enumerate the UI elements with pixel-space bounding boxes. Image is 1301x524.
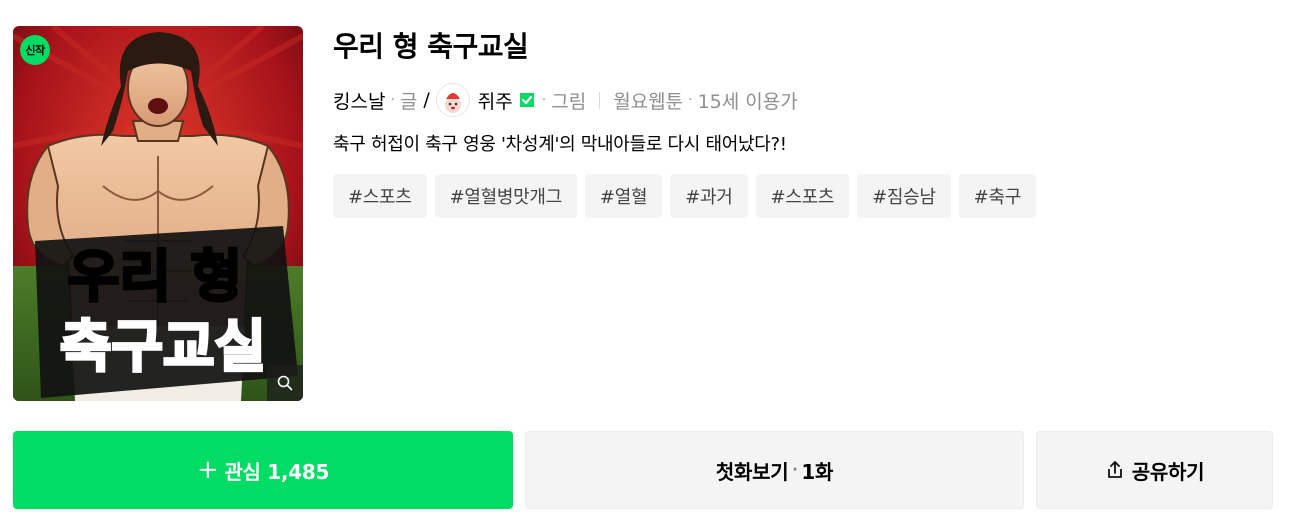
- search-icon: [277, 375, 293, 391]
- favorite-label: 관심 1,485: [224, 459, 330, 484]
- plus-icon: +: [196, 455, 219, 485]
- verified-icon: [517, 90, 537, 110]
- share-icon: [1105, 460, 1125, 480]
- first-episode-number: 1화: [801, 459, 834, 484]
- artist-avatar-illustration: [444, 93, 461, 113]
- cover-title-line1: 우리 형: [68, 245, 242, 310]
- tag-item[interactable]: #과거: [670, 174, 748, 218]
- favorite-button[interactable]: + 관심 1,485: [13, 431, 513, 509]
- webtoon-info: 우리 형 축구교실 킹스날 · 글 / 쥐주 · 그림 월요웹툰 · 15세 이…: [333, 26, 1281, 218]
- artist-avatar[interactable]: [435, 83, 470, 117]
- publish-schedule: 월요웹툰: [613, 90, 684, 113]
- meta-dot: ·: [541, 92, 547, 108]
- age-rating: 15세 이용가: [697, 90, 798, 113]
- tag-item[interactable]: #열혈: [584, 174, 663, 218]
- page-title: 우리 형 축구교실: [333, 30, 529, 63]
- cover-title-line2: 축구교실: [60, 315, 266, 380]
- tag-item[interactable]: #열혈병맛개그: [434, 174, 577, 218]
- tag-item[interactable]: #짐승남: [857, 174, 951, 218]
- writer-link[interactable]: 킹스날: [333, 87, 385, 114]
- webtoon-cover[interactable]: 우리 형 축구교실 신작: [13, 26, 303, 401]
- webtoon-description: 축구 허접이 축구 영웅 '차성계'의 막내아들로 다시 태어났다?!: [333, 134, 787, 155]
- meta-dot: ·: [688, 92, 693, 108]
- artist-role: 그림: [551, 90, 587, 113]
- share-label: 공유하기: [1131, 459, 1205, 484]
- meta-dot: ·: [390, 92, 395, 108]
- tag-list: #스포츠 #열혈병맛개그 #열혈 #과거 #스포츠 #짐승남 #축구: [333, 174, 1281, 218]
- tag-item[interactable]: #스포츠: [333, 174, 427, 218]
- first-episode-button[interactable]: 첫화보기 · 1화: [525, 431, 1024, 509]
- tag-item[interactable]: #스포츠: [755, 174, 850, 218]
- meta-divider: [599, 91, 601, 109]
- tag-item[interactable]: #축구: [958, 174, 1036, 218]
- share-button[interactable]: 공유하기: [1036, 431, 1273, 509]
- first-episode-label: 첫화보기: [715, 459, 789, 484]
- first-episode-dot: ·: [792, 462, 798, 478]
- artist-link[interactable]: 쥐주: [478, 87, 513, 114]
- cover-zoom-button[interactable]: [267, 365, 303, 401]
- author-meta: 킹스날 · 글 / 쥐주 · 그림 월요웹툰 · 15세 이용가: [333, 80, 1281, 120]
- writer-role: 글: [399, 90, 418, 113]
- new-badge: 신작: [20, 35, 50, 65]
- cover-illustration: 우리 형 축구교실: [13, 26, 303, 401]
- author-slash: /: [423, 89, 430, 111]
